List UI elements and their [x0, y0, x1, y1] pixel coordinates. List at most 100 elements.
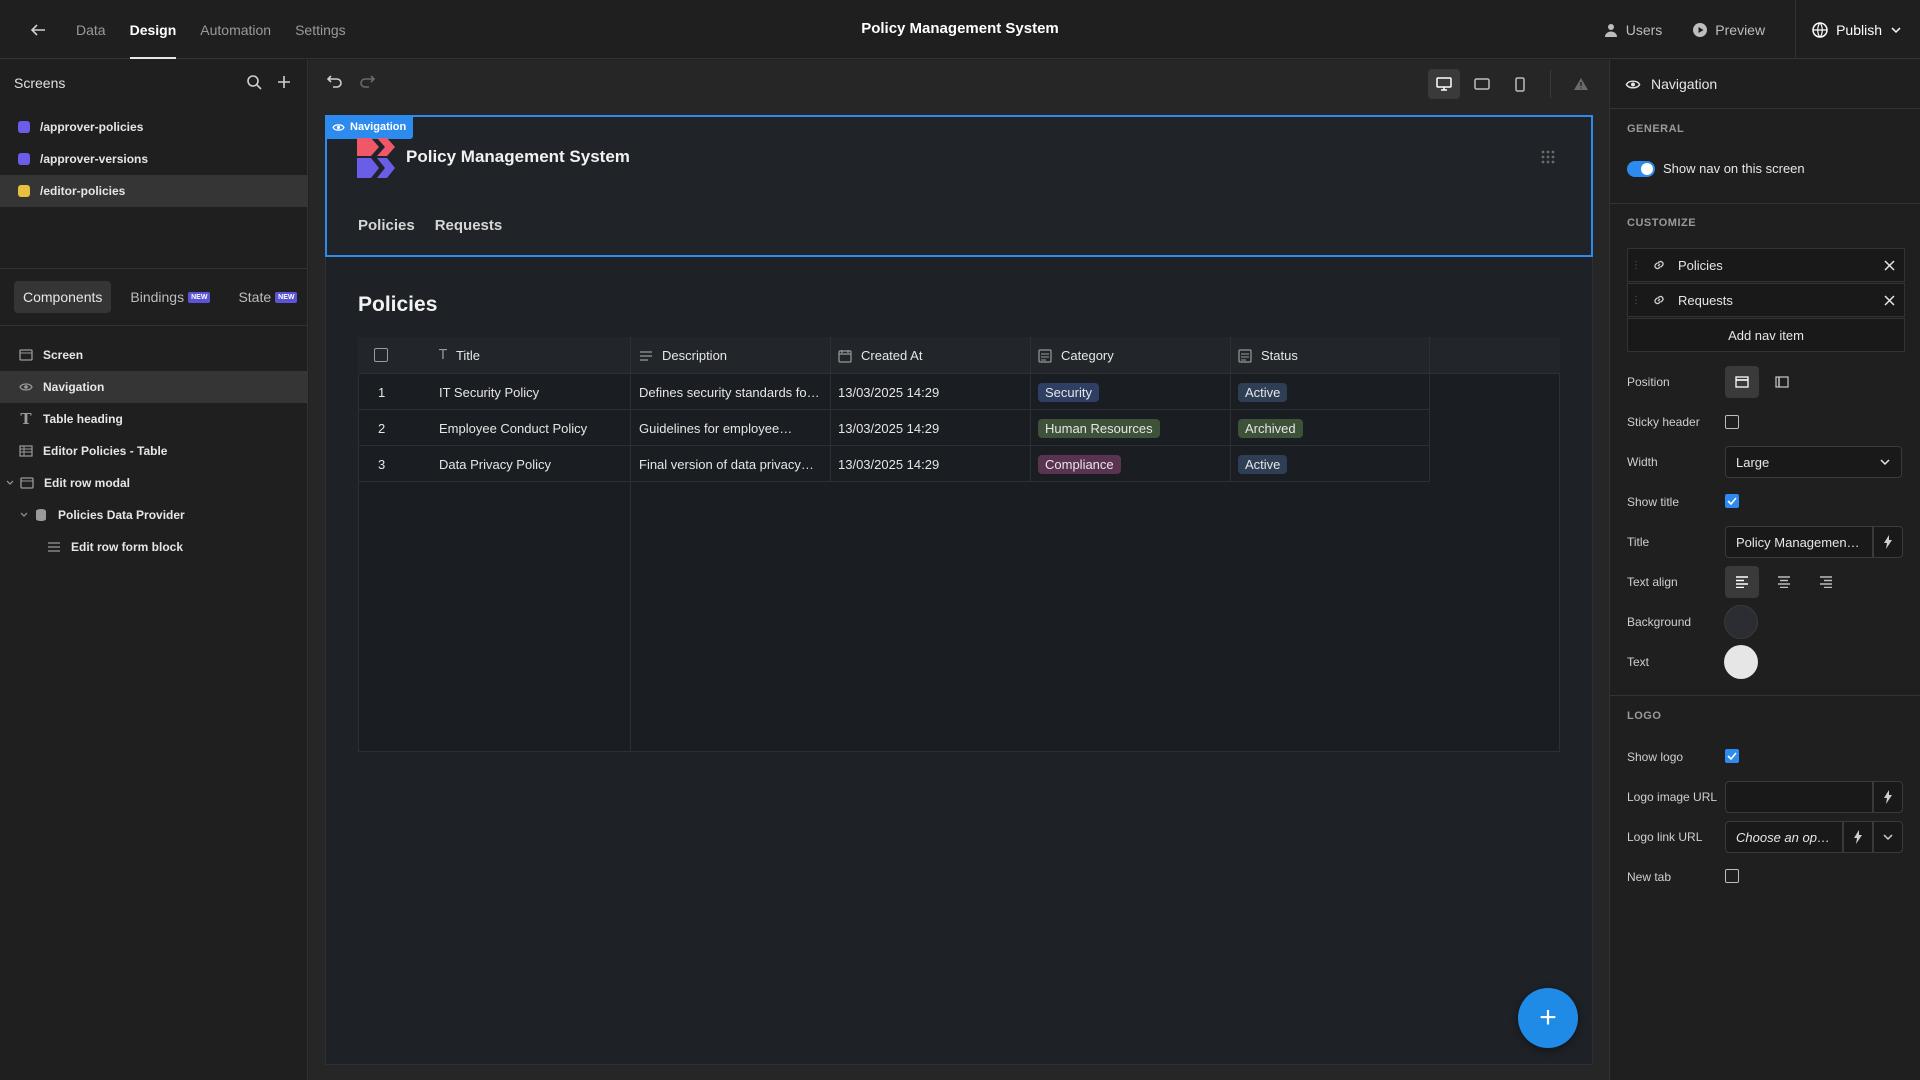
navigation-block[interactable]	[325, 115, 1593, 257]
cell-description: Final version of data privacy…	[639, 456, 814, 472]
tab-components[interactable]: Components	[14, 281, 112, 313]
eye-icon	[332, 123, 345, 131]
tree-item-data-provider[interactable]: Policies Data Provider	[0, 499, 308, 531]
lightning-icon[interactable]	[1873, 526, 1903, 558]
align-right-icon[interactable]	[1809, 566, 1843, 598]
cell-category: Compliance	[1038, 446, 1121, 482]
globe-icon	[1812, 21, 1828, 38]
search-icon[interactable]	[246, 74, 262, 90]
nav-item-policies[interactable]: ⋮ Policies	[1627, 248, 1905, 282]
lightning-icon[interactable]	[1843, 821, 1873, 853]
preview-button[interactable]: Preview	[1692, 22, 1765, 38]
history-controls	[326, 72, 376, 90]
select-all-checkbox[interactable]	[374, 348, 388, 362]
route-color-swatch	[18, 185, 30, 197]
screen-route-approver-versions[interactable]: /approver-versions	[0, 143, 308, 175]
column-header-title[interactable]: T Title	[439, 337, 480, 374]
position-top-icon[interactable]	[1725, 366, 1759, 398]
divider	[1609, 108, 1920, 109]
tree-item-navigation[interactable]: Navigation	[0, 371, 308, 403]
tab-bindings[interactable]: Bindings NEW	[121, 281, 219, 313]
eye-icon	[1625, 79, 1641, 89]
tree-label: Edit row modal	[44, 476, 131, 490]
cell-status: Active	[1238, 446, 1288, 482]
column-header-description[interactable]: Description	[639, 337, 727, 374]
title-input[interactable]: Policy Managemen…	[1725, 526, 1873, 558]
column-header-label: Category	[1061, 348, 1114, 363]
logo-url-label: Logo image URL	[1627, 790, 1718, 804]
logo-link-label: Logo link URL	[1627, 830, 1703, 844]
nav-item-requests[interactable]: ⋮ Requests	[1627, 283, 1905, 317]
undo-icon[interactable]	[326, 72, 344, 90]
publish-button[interactable]: Publish	[1795, 0, 1920, 59]
chevron-down-icon[interactable]	[20, 511, 28, 519]
close-icon[interactable]	[1884, 294, 1895, 306]
close-icon[interactable]	[1884, 259, 1895, 271]
column-header-created-at[interactable]: Created At	[838, 337, 922, 374]
chevron-down-icon[interactable]	[1873, 821, 1903, 853]
divider	[1550, 70, 1551, 98]
add-nav-item-button[interactable]: Add nav item	[1627, 318, 1905, 352]
screen-route-editor-policies[interactable]: /editor-policies	[0, 175, 308, 207]
text-color-swatch[interactable]	[1724, 645, 1758, 679]
divider	[0, 268, 308, 269]
add-button[interactable]: +	[1518, 988, 1578, 1048]
title-label: Title	[1627, 535, 1650, 549]
settings-header: Navigation	[1625, 76, 1717, 92]
logo-url-input[interactable]	[1725, 781, 1873, 813]
route-color-swatch	[18, 121, 30, 133]
width-select[interactable]: Large	[1725, 446, 1902, 478]
table-row[interactable]: 2 Employee Conduct Policy Guidelines for…	[358, 410, 1429, 446]
desktop-icon[interactable]	[1428, 69, 1460, 99]
tab-bindings-label: Bindings	[130, 289, 185, 305]
show-nav-toggle[interactable]	[1627, 161, 1655, 177]
top-actions: Users Preview Publish	[1603, 0, 1920, 59]
mobile-icon[interactable]	[1504, 69, 1536, 99]
users-button[interactable]: Users	[1603, 22, 1662, 38]
align-center-icon[interactable]	[1767, 566, 1801, 598]
drag-handle-icon[interactable]: ⋮	[1628, 260, 1644, 271]
table-row[interactable]: 3 Data Privacy Policy Final version of d…	[358, 446, 1429, 482]
position-label: Position	[1627, 375, 1670, 389]
column-header-status[interactable]: Status	[1238, 337, 1298, 374]
add-screen-icon[interactable]	[276, 74, 292, 90]
drag-grip-icon[interactable]	[1540, 149, 1556, 165]
table-row[interactable]: 1 IT Security Policy Defines security st…	[358, 374, 1429, 410]
new-tab-checkbox[interactable]	[1725, 869, 1739, 883]
lightning-icon[interactable]	[1873, 781, 1903, 813]
nav-link-policies[interactable]: Policies	[358, 217, 415, 234]
cell-status: Archived	[1238, 410, 1303, 446]
chevron-down-icon[interactable]	[6, 479, 14, 487]
tab-state[interactable]: State NEW	[229, 281, 306, 313]
redo-icon[interactable]	[358, 72, 376, 90]
tablet-icon[interactable]	[1466, 69, 1498, 99]
chevron-down-icon	[1880, 459, 1890, 466]
tree-label: Editor Policies - Table	[43, 444, 168, 458]
chevron-down-icon	[1891, 26, 1901, 33]
show-logo-checkbox[interactable]	[1725, 749, 1739, 763]
position-left-icon[interactable]	[1765, 366, 1799, 398]
nav-link-requests[interactable]: Requests	[435, 217, 503, 234]
device-toggle	[1428, 69, 1597, 99]
drag-handle-icon[interactable]: ⋮	[1628, 295, 1644, 306]
tree-item-table-heading[interactable]: T Table heading	[0, 403, 308, 435]
add-nav-item-label: Add nav item	[1728, 327, 1804, 343]
show-nav-label: Show nav on this screen	[1663, 161, 1805, 176]
show-title-checkbox[interactable]	[1725, 494, 1739, 508]
logo-link-select[interactable]: Choose an op…	[1725, 821, 1843, 853]
tree-item-screen[interactable]: Screen	[0, 339, 308, 371]
route-color-swatch	[18, 153, 30, 165]
tree-item-form-block[interactable]: Edit row form block	[0, 531, 308, 563]
screen-route-approver-policies[interactable]: /approver-policies	[0, 111, 308, 143]
column-divider	[1429, 337, 1430, 482]
sticky-header-checkbox[interactable]	[1725, 415, 1739, 429]
link-icon	[1654, 260, 1664, 270]
show-logo-label: Show logo	[1627, 750, 1684, 764]
tree-item-edit-modal[interactable]: Edit row modal	[0, 467, 308, 499]
tree-item-editor-table[interactable]: Editor Policies - Table	[0, 435, 308, 467]
warning-icon[interactable]	[1565, 69, 1597, 99]
background-color-swatch[interactable]	[1724, 605, 1758, 639]
align-left-icon[interactable]	[1725, 566, 1759, 598]
logo-url-group	[1725, 781, 1903, 813]
column-header-category[interactable]: Category	[1038, 337, 1114, 374]
